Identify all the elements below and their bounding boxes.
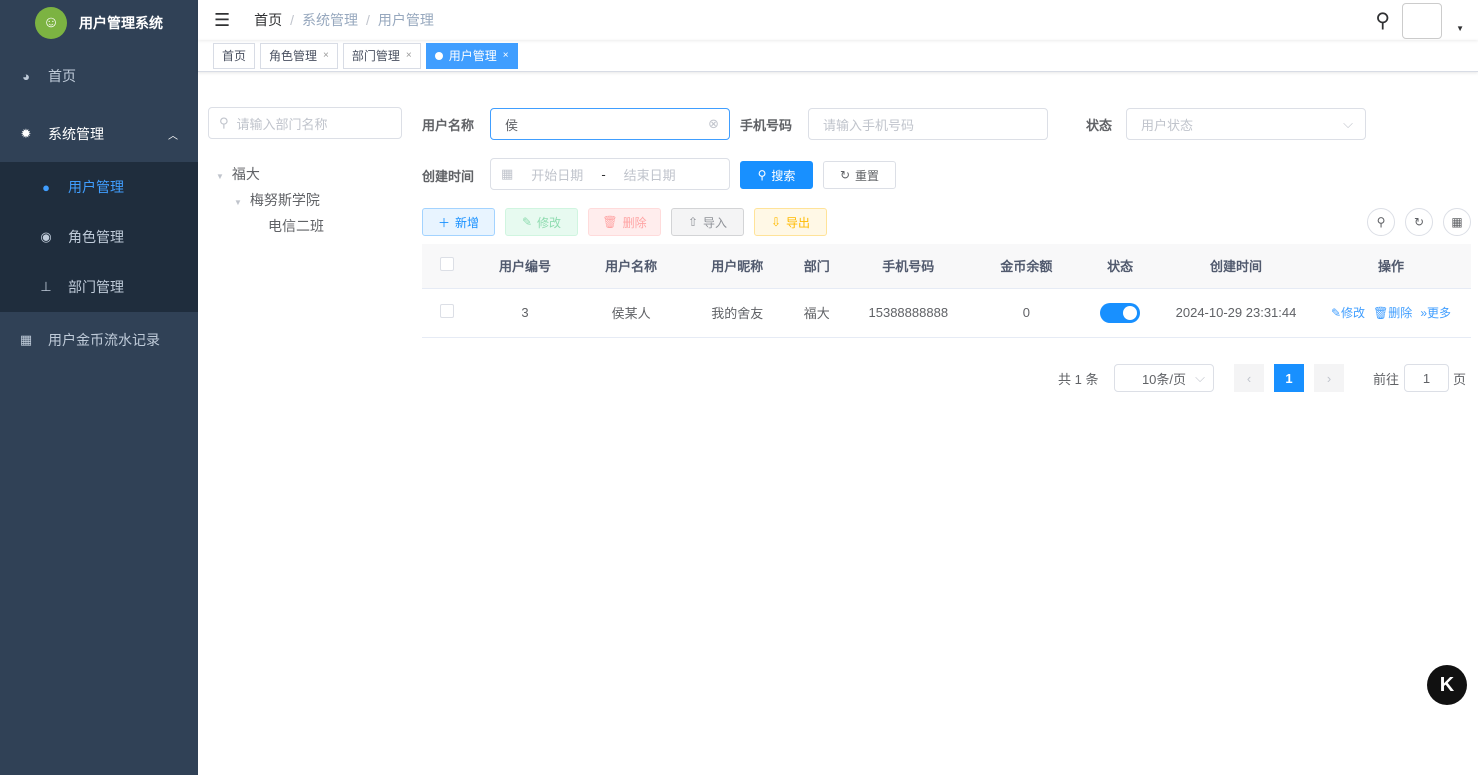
col-header: 部门 bbox=[790, 244, 844, 289]
export-button[interactable]: ⇩ 导出 bbox=[754, 208, 827, 236]
row-checkbox[interactable] bbox=[440, 304, 454, 318]
close-icon[interactable]: × bbox=[503, 50, 509, 61]
label: 部门管理 bbox=[68, 279, 124, 295]
breadcrumb-item: 用户管理 bbox=[377, 12, 434, 28]
add-button[interactable]: ＋新增 bbox=[422, 208, 495, 236]
cell-phone: 15388888888 bbox=[843, 288, 974, 338]
sidebar: ☺ 用户管理系统 ◕ 首页 ✹ 系统管理 ︿ ● 用户管理 ◉ 角色管理 ⊥ 部门管理 ▦ 用户… bbox=[0, 0, 198, 775]
hamburger-icon[interactable]: ☰ bbox=[214, 10, 230, 31]
page-size-select[interactable]: 10条/页 ⌵ bbox=[1114, 364, 1214, 392]
row-more-link[interactable]: »更多 bbox=[1420, 306, 1451, 320]
next-page-button[interactable]: › bbox=[1314, 364, 1344, 392]
page-suffix: 页 bbox=[1453, 371, 1467, 387]
label: 首页 bbox=[48, 68, 76, 84]
navbar: ☰ 首页 / 系统管理 / 用户管理 ⚲ ▼ bbox=[198, 0, 1478, 40]
toggle-search-button[interactable]: ⚲ bbox=[1367, 208, 1395, 236]
cell-nick: 我的舍友 bbox=[684, 288, 791, 338]
tab-home[interactable]: 首页 bbox=[213, 42, 256, 69]
phone-label: 手机号码 bbox=[740, 118, 793, 133]
gear-icon: ✹ bbox=[20, 126, 32, 141]
goto-label: 前往 bbox=[1373, 371, 1400, 387]
sidebar-item-users[interactable]: ● 用户管理 bbox=[0, 162, 198, 212]
time-label: 创建时间 bbox=[422, 169, 475, 184]
dashboard-icon: ◕ bbox=[22, 68, 30, 84]
delete-button[interactable]: 🗑 删除 bbox=[588, 208, 661, 236]
sidebar-item-system[interactable]: ✹ 系统管理 ︿ bbox=[0, 106, 198, 162]
close-icon[interactable]: × bbox=[323, 50, 329, 61]
tree-icon: ⊥ bbox=[40, 279, 52, 294]
table-icon: ▦ bbox=[19, 332, 33, 347]
user-avatar[interactable] bbox=[1402, 3, 1442, 39]
col-header: 状态 bbox=[1079, 244, 1161, 289]
search-icon[interactable]: ⚲ bbox=[1375, 8, 1390, 33]
tab-users[interactable]: 用户管理 × bbox=[425, 42, 518, 69]
col-header: 用户名称 bbox=[578, 244, 685, 289]
floating-assistant-button[interactable]: K bbox=[1427, 665, 1467, 705]
tree-node[interactable]: ▼ 福大 bbox=[216, 164, 260, 184]
users-icon: ◉ bbox=[40, 229, 52, 244]
cell-coins: 0 bbox=[973, 288, 1080, 338]
tags-view: 首页 角色管理 × 部门管理 × 用户管理 × bbox=[198, 40, 1478, 72]
col-header: 手机号码 bbox=[843, 244, 974, 289]
col-header: 创建时间 bbox=[1161, 244, 1311, 289]
phone-input[interactable]: 请输入手机号码 bbox=[808, 108, 1048, 140]
status-label: 状态 bbox=[1086, 118, 1113, 133]
row-delete-link[interactable]: 🗑删除 bbox=[1373, 306, 1412, 320]
username-label: 用户名称 bbox=[422, 118, 475, 133]
search-icon: ⚲ bbox=[219, 115, 229, 130]
sidebar-item-roles[interactable]: ◉ 角色管理 bbox=[0, 212, 198, 262]
tree-node[interactable]: 电信二班 bbox=[268, 216, 324, 236]
col-header: 用户编号 bbox=[472, 244, 579, 289]
tree-node[interactable]: ▼ 梅努斯学院 bbox=[234, 190, 320, 210]
row-edit-link[interactable]: ✎修改 bbox=[1331, 306, 1365, 320]
sidebar-item-coin-log[interactable]: ▦ 用户金币流水记录 bbox=[0, 312, 198, 368]
date-range-picker[interactable]: ▦ 开始日期 - 结束日期 bbox=[490, 158, 730, 190]
label: 系统管理 bbox=[48, 126, 104, 142]
breadcrumb-item: 系统管理 bbox=[302, 12, 359, 28]
select-all-checkbox[interactable] bbox=[440, 257, 454, 272]
username-input[interactable]: 侯 ⊗ bbox=[490, 108, 730, 140]
edit-button[interactable]: ✎ 修改 bbox=[505, 208, 578, 236]
cell-id: 3 bbox=[472, 288, 579, 338]
close-icon[interactable]: × bbox=[406, 50, 412, 61]
status-switch[interactable] bbox=[1100, 302, 1141, 323]
cell-created: 2024-10-29 23:31:44 bbox=[1161, 288, 1311, 338]
logo[interactable]: ☺ 用户管理系统 bbox=[0, 0, 198, 46]
col-header: 操作 bbox=[1311, 244, 1471, 289]
cell-dept: 福大 bbox=[790, 288, 844, 338]
refresh-button[interactable]: ↻ bbox=[1405, 208, 1433, 236]
calendar-icon: ▦ bbox=[501, 166, 514, 181]
col-header: 用户昵称 bbox=[684, 244, 791, 289]
clear-icon: ⊗ bbox=[708, 116, 719, 131]
chevron-up-icon: ︿ bbox=[168, 130, 178, 142]
breadcrumb-item[interactable]: 首页 bbox=[254, 12, 282, 28]
breadcrumb: 首页 / 系统管理 / 用户管理 bbox=[254, 12, 434, 28]
columns-button[interactable]: ▦ bbox=[1443, 208, 1471, 236]
label: 角色管理 bbox=[68, 229, 124, 245]
chevron-down-icon: ⌵ bbox=[1343, 116, 1353, 131]
dept-search-input[interactable]: ⚲ 请输入部门名称 bbox=[208, 107, 402, 139]
page-number[interactable]: 1 bbox=[1274, 364, 1304, 392]
import-button[interactable]: ⇧ 导入 bbox=[671, 208, 744, 236]
cell-name: 侯某人 bbox=[578, 288, 685, 338]
sidebar-item-home[interactable]: ◕ 首页 bbox=[0, 46, 198, 106]
search-button[interactable]: ⚲ 搜索 bbox=[740, 161, 813, 189]
sidebar-item-depts[interactable]: ⊥ 部门管理 bbox=[0, 262, 198, 312]
goto-page-input[interactable]: 1 bbox=[1404, 364, 1449, 392]
pagination-total: 共 1 条 bbox=[1058, 371, 1099, 387]
status-select[interactable]: 用户状态 ⌵ bbox=[1126, 108, 1366, 140]
label: 用户管理 bbox=[68, 179, 124, 195]
user-icon: ● bbox=[42, 179, 50, 195]
col-header: 金币余额 bbox=[973, 244, 1080, 289]
table-row: 3 侯某人 我的舍友 福大 15388888888 0 2024-10-29 2… bbox=[422, 288, 1471, 338]
caret-down-icon[interactable]: ▼ bbox=[1456, 24, 1464, 33]
logo-avatar-icon: ☺ bbox=[35, 7, 67, 39]
tab-roles[interactable]: 角色管理 × bbox=[260, 42, 338, 69]
user-table: 用户编号 用户名称 用户昵称 部门 手机号码 金币余额 状态 创建时间 操作 3… bbox=[422, 244, 1471, 338]
label: 用户金币流水记录 bbox=[48, 332, 160, 348]
app-title: 用户管理系统 bbox=[79, 15, 163, 31]
tab-depts[interactable]: 部门管理 × bbox=[342, 42, 421, 69]
reset-button[interactable]: ↻ 重置 bbox=[823, 161, 896, 189]
prev-page-button[interactable]: ‹ bbox=[1234, 364, 1264, 392]
